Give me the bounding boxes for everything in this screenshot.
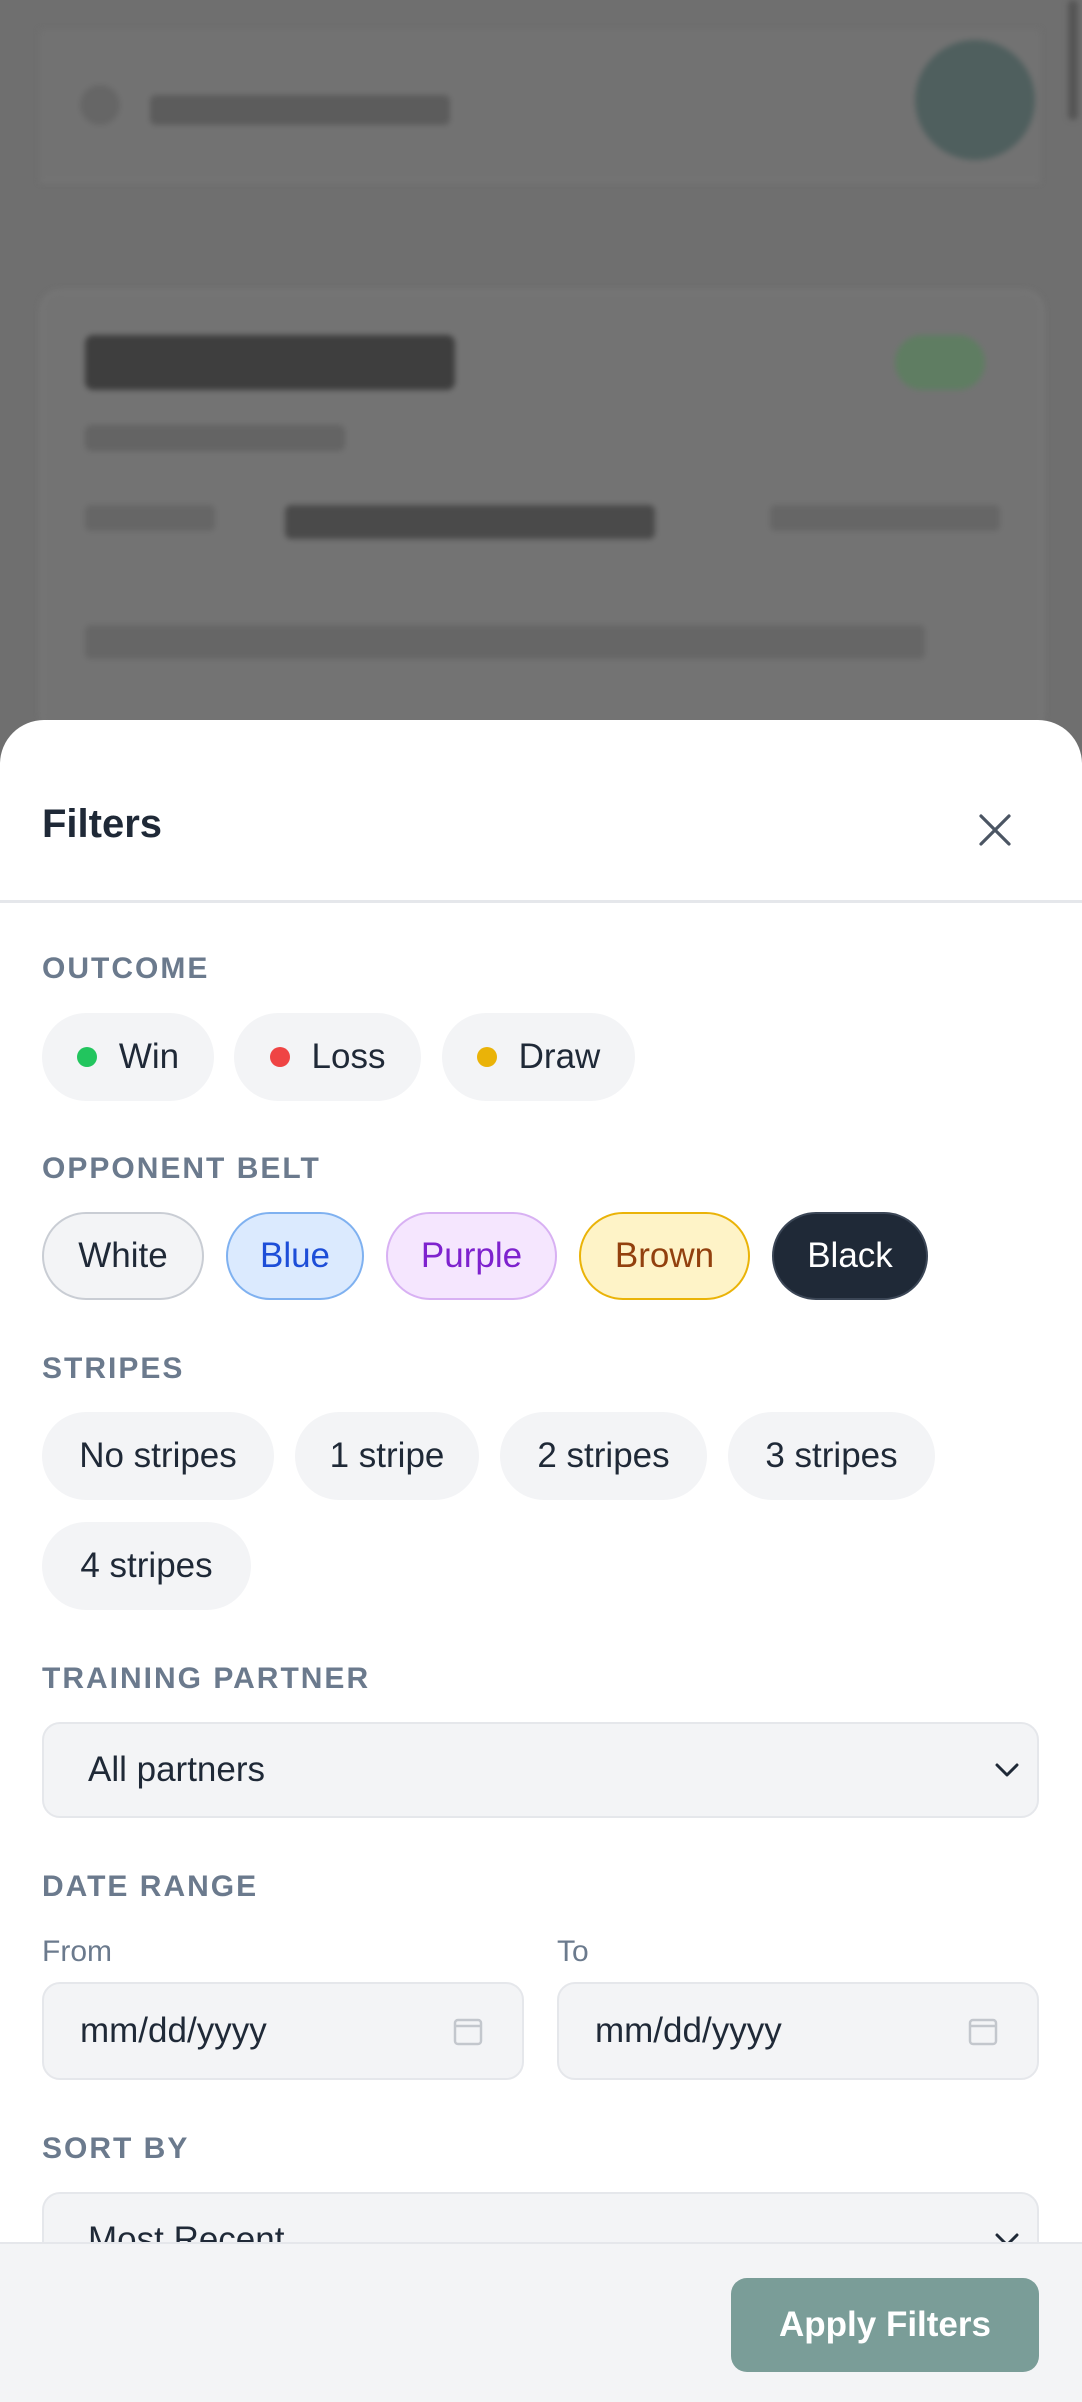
close-icon [979, 814, 1011, 846]
calendar-icon[interactable] [967, 2015, 999, 2047]
stripes-chip-none[interactable]: No stripes [42, 1412, 274, 1500]
stripes-label: STRIPES [42, 1352, 185, 1385]
outcome-chip-loss[interactable]: Loss [234, 1013, 421, 1101]
to-label: To [557, 1935, 589, 1968]
belt-label: OPPONENT BELT [42, 1152, 321, 1185]
background-card-subtitle [85, 425, 345, 451]
from-label: From [42, 1935, 112, 1968]
stripes-chip-4[interactable]: 4 stripes [42, 1522, 251, 1610]
background-back-icon [80, 85, 120, 125]
background-text-line [285, 505, 655, 539]
background-text-line [85, 505, 215, 531]
belt-chip-blue[interactable]: Blue [226, 1212, 364, 1300]
from-date-placeholder: mm/dd/yyyy [80, 2011, 267, 2050]
chevron-down-icon [995, 1763, 1019, 1777]
partner-select[interactable]: All partners [42, 1722, 1039, 1818]
close-button[interactable] [965, 800, 1025, 860]
background-avatar [915, 40, 1035, 160]
draw-dot-icon [476, 1047, 497, 1067]
background-text-line [770, 505, 1000, 531]
outcome-chip-win[interactable]: Win [42, 1013, 214, 1101]
background-card-title [85, 335, 455, 390]
belt-chip-white[interactable]: White [42, 1212, 204, 1300]
background-card-badge [895, 335, 985, 390]
from-date-input[interactable]: mm/dd/yyyy [42, 1982, 524, 2080]
outcome-label: OUTCOME [42, 952, 210, 985]
stripes-chip-label: 4 stripes [80, 1546, 213, 1585]
stripes-chip-3[interactable]: 3 stripes [728, 1412, 935, 1500]
partner-label: TRAINING PARTNER [42, 1662, 371, 1695]
belt-chip-purple[interactable]: Purple [386, 1212, 557, 1300]
belt-chip-label: Purple [420, 1236, 523, 1275]
stripes-chip-label: 2 stripes [537, 1436, 670, 1475]
outcome-chip-label: Loss [311, 1037, 386, 1076]
sort-label: SORT BY [42, 2132, 190, 2165]
to-date-placeholder: mm/dd/yyyy [595, 2011, 782, 2050]
belt-chip-label: White [78, 1236, 168, 1275]
stripes-chip-label: 1 stripe [329, 1436, 445, 1475]
to-date-input[interactable]: mm/dd/yyyy [557, 1982, 1039, 2080]
stripes-chip-label: No stripes [79, 1436, 237, 1475]
belt-chip-label: Blue [259, 1236, 331, 1275]
partner-selected-value: All partners [88, 1750, 266, 1789]
belt-chip-black[interactable]: Black [772, 1212, 928, 1300]
outcome-chip-label: Draw [518, 1037, 601, 1076]
calendar-icon[interactable] [452, 2015, 484, 2047]
belt-chip-brown[interactable]: Brown [579, 1212, 750, 1300]
belt-chip-label: Brown [614, 1236, 715, 1275]
sheet-title: Filters [42, 802, 163, 846]
date-range-label: DATE RANGE [42, 1870, 259, 1903]
background-title [150, 95, 450, 125]
stripes-chip-1[interactable]: 1 stripe [295, 1412, 479, 1500]
belt-chip-label: Black [807, 1236, 893, 1275]
win-dot-icon [76, 1047, 97, 1067]
sheet-header: Filters [0, 720, 1082, 903]
filters-sheet: Filters OUTCOME Win Loss Draw OPPONENT B… [0, 720, 1082, 2402]
apply-filters-button[interactable]: Apply Filters [731, 2278, 1039, 2372]
stripes-chip-label: 3 stripes [765, 1436, 898, 1475]
outcome-chip-draw[interactable]: Draw [442, 1013, 635, 1101]
background-text-line [85, 625, 925, 659]
outcome-chip-label: Win [118, 1037, 180, 1076]
sheet-footer: Apply Filters [0, 2242, 1082, 2402]
loss-dot-icon [269, 1047, 290, 1067]
background-page [0, 0, 1082, 760]
background-scrollbar [1068, 0, 1078, 120]
stripes-chip-2[interactable]: 2 stripes [500, 1412, 707, 1500]
